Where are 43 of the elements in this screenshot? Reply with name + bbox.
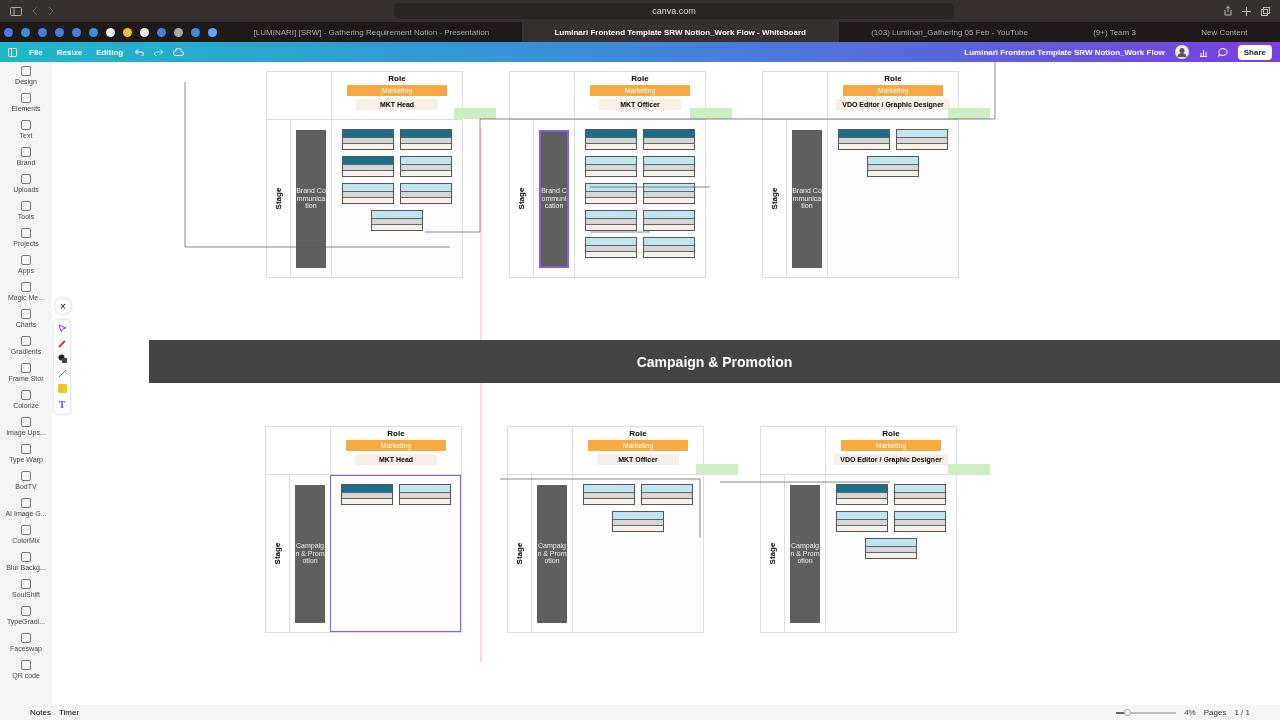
sticky-note [696, 464, 738, 475]
close-button[interactable]: × [55, 298, 71, 314]
sticky-note [948, 464, 990, 475]
page-count: 1 / 1 [1234, 708, 1250, 717]
browser-tab[interactable]: Luminari Frontend Template SRW Notion_Work Flow - Whiteboard [521, 22, 839, 42]
share-icon[interactable] [1224, 6, 1232, 16]
role-header: Role [882, 429, 900, 438]
pen-icon[interactable] [57, 339, 67, 348]
text-tool[interactable]: T [58, 399, 66, 410]
line-icon[interactable] [57, 369, 67, 378]
analytics-icon[interactable] [1198, 47, 1208, 57]
plus-icon[interactable] [1242, 6, 1251, 16]
document-title[interactable]: Luminari Frontend Template SRW Notion_Work Flow [964, 47, 1165, 57]
shapes-icon[interactable] [57, 354, 67, 363]
banner-title: Campaign & Promotion [636, 353, 793, 370]
avatar-icon[interactable] [1174, 45, 1189, 59]
notes-button[interactable]: Notes [30, 708, 51, 717]
role-header: Role [387, 429, 405, 438]
timer-button[interactable]: Timer [58, 708, 80, 717]
cloud-icon[interactable] [173, 48, 185, 56]
zoom-level: 4% [1184, 708, 1196, 717]
role-header: Role [884, 74, 902, 83]
lane-label: Stage [768, 542, 777, 565]
role-header: Role [629, 429, 647, 438]
pages-label: Pages [1203, 708, 1227, 717]
sticky-note [690, 108, 732, 119]
sticky-note [454, 108, 496, 119]
tabs-icon[interactable] [1261, 6, 1270, 16]
zoom-slider[interactable] [1116, 711, 1177, 714]
sidebar-toggle-icon[interactable] [10, 6, 22, 16]
role-header: Role [631, 74, 649, 83]
select-icon[interactable] [57, 324, 67, 333]
role-header: Role [388, 74, 406, 83]
lane-label: Stage [770, 187, 779, 210]
comment-icon[interactable] [1217, 47, 1228, 57]
share-button[interactable]: Share [1237, 44, 1272, 60]
lane-label: Stage [273, 542, 282, 565]
lane-label: Stage [515, 542, 524, 565]
slider-thumb[interactable] [1124, 708, 1132, 716]
lane-label: Stage [517, 187, 526, 210]
lane-label: Stage [274, 187, 283, 210]
address-field[interactable]: canva.com [394, 3, 954, 19]
sticky-note [948, 108, 990, 119]
